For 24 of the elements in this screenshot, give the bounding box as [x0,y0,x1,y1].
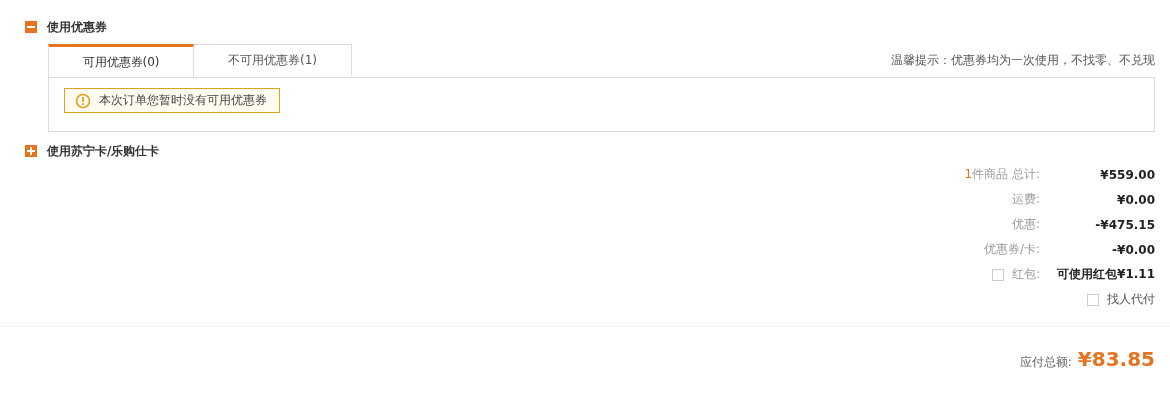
notice-text: 本次订单您暂时没有可用优惠券 [99,92,267,109]
summary-value: 可使用红包¥1.11 [1056,266,1155,283]
summary-label: 优惠: [1011,216,1040,233]
section-title: 使用优惠券 [47,18,107,36]
summary-label: 运费: [1011,191,1040,208]
summary-value: ¥0.00 [1116,192,1155,207]
checkbox[interactable] [991,268,1004,281]
checkbox[interactable] [1087,293,1099,306]
collapse-icon[interactable] [25,21,37,33]
summary-label: 优惠券/卡: [983,241,1040,258]
pay-for-me-label: 找人代付 [1107,291,1155,308]
tip-text: 温馨提示：优惠券均为一次使用，不找零、不兑现 [891,52,1155,69]
summary-label: 1件商品 总计: [964,166,1040,183]
total-amount: ¥83.85 [1077,347,1155,371]
expand-icon[interactable] [25,145,37,157]
coupon-tab[interactable]: 可用优惠券(0) [48,44,194,77]
summary-label: 红包: [1011,266,1040,283]
summary-value: ¥559.00 [1099,167,1155,182]
summary-value: -¥475.15 [1094,217,1155,232]
coupon-tab[interactable]: 不可用优惠券(1) [194,44,352,76]
section-title: 使用苏宁卡/乐购仕卡 [47,142,160,160]
summary-value: -¥0.00 [1111,242,1155,257]
total-label: 应付总额: [1019,354,1072,371]
warning-icon [75,92,91,109]
